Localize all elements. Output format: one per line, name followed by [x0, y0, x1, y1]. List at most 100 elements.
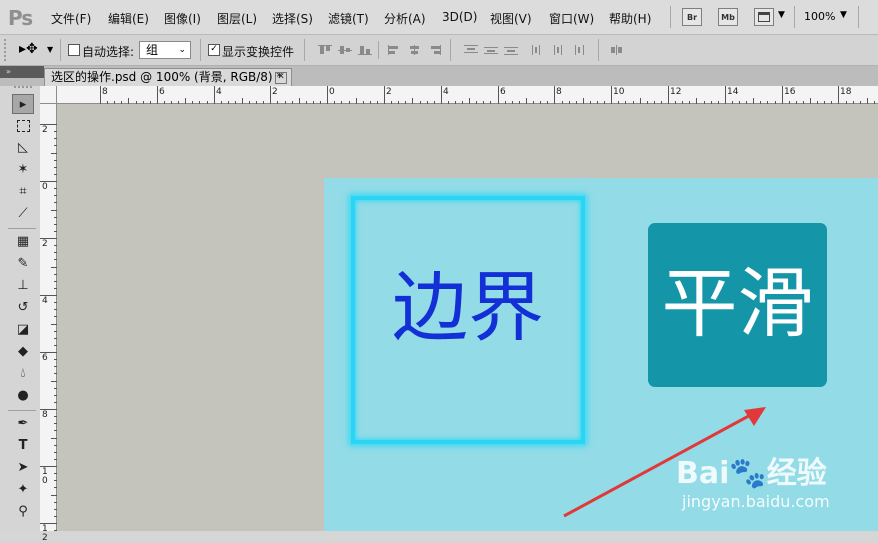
crop-tool-icon[interactable]: ⌗ — [12, 182, 34, 202]
zoom-level[interactable]: 100% — [804, 10, 835, 23]
distribute-top-icon[interactable] — [464, 45, 478, 55]
pen-tool-icon[interactable]: ✒ — [12, 414, 34, 434]
ruler-label: 2 — [42, 239, 48, 249]
ruler-label: 16 — [784, 87, 796, 97]
document-tab-title: 选区的操作.psd @ 100% (背景, RGB/8) * — [51, 70, 283, 84]
path-selection-tool-icon[interactable]: ➤ — [12, 458, 34, 478]
type-tool-icon[interactable]: T — [12, 436, 34, 456]
ruler-label: 2 — [42, 125, 48, 135]
align-top-icon[interactable] — [318, 45, 332, 55]
menu-separator — [858, 6, 859, 28]
move-tool-preset-icon[interactable]: ▸✥ — [19, 41, 38, 57]
ruler-label: 0 — [42, 182, 48, 192]
menu-filter[interactable]: 滤镜(T) — [328, 10, 369, 27]
ruler-label: 8 — [102, 87, 108, 97]
menu-separator — [670, 6, 671, 28]
show-transform-label: 显示变换控件 — [222, 45, 295, 59]
custom-shape-tool-icon[interactable]: ✦ — [12, 480, 34, 500]
distribute-left-icon[interactable] — [532, 45, 546, 55]
distribute-right-icon[interactable] — [572, 45, 586, 55]
align-right-icon[interactable] — [428, 45, 442, 55]
view-extras-icon[interactable] — [754, 8, 774, 26]
ruler-label: 2 — [386, 87, 392, 97]
watermark-logo: Bai🐾经验 — [676, 456, 827, 491]
menu-bar: Ps 文件(F) 编辑(E) 图像(I) 图层(L) 选择(S) 滤镜(T) 分… — [0, 0, 878, 35]
zoom-dropdown-icon[interactable]: ▼ — [840, 10, 847, 20]
brush-tool-icon[interactable]: ✎ — [12, 254, 34, 274]
ruler-label: 14 — [727, 87, 739, 97]
mini-bridge-button[interactable]: Mb — [718, 8, 738, 26]
auto-select-dropdown[interactable]: 组 ⌄ — [139, 41, 191, 59]
menu-view[interactable]: 视图(V) — [490, 10, 532, 27]
bridge-button[interactable]: Br — [682, 8, 702, 26]
ruler-label: 10 — [613, 87, 625, 97]
align-vcenter-icon[interactable] — [338, 45, 352, 55]
toolbox: ▸ ◺ ✶ ⌗ ⟋ ▦ ✎ ⊥ ↺ ◪ ◆ 💧︎ ● ✒ T ➤ ✦ ⚲ — [0, 86, 41, 531]
options-separator — [60, 39, 61, 61]
ruler-label: 6 — [42, 353, 48, 363]
move-tool-icon[interactable]: ▸ — [12, 94, 34, 114]
ruler-label: 2 — [272, 87, 278, 97]
eraser-tool-icon[interactable]: ◪ — [12, 320, 34, 340]
eyedropper-tool-icon[interactable]: ⟋ — [12, 204, 34, 224]
options-separator — [200, 39, 201, 61]
menu-image[interactable]: 图像(I) — [164, 10, 201, 27]
ruler-label: 0 — [329, 87, 335, 97]
ruler-label: 4 — [443, 87, 449, 97]
auto-select-checkbox[interactable] — [68, 44, 80, 56]
distribute-vcenter-icon[interactable] — [484, 45, 498, 55]
menu-analysis[interactable]: 分析(A) — [384, 10, 426, 27]
border-text: 边界 — [392, 263, 544, 352]
menu-window[interactable]: 窗口(W) — [549, 10, 594, 27]
ruler-label: 1 2 — [42, 524, 48, 543]
paint-bucket-tool-icon[interactable]: ◆ — [12, 342, 34, 362]
align-left-icon[interactable] — [388, 45, 402, 55]
marquee-tool-icon[interactable] — [12, 116, 34, 136]
clone-stamp-tool-icon[interactable]: ⊥ — [12, 276, 34, 296]
lasso-tool-icon[interactable]: ◺ — [12, 138, 34, 158]
zoom-tool-icon[interactable]: ⚲ — [12, 502, 34, 522]
show-transform-checkbox[interactable]: ✓ — [208, 44, 220, 56]
close-icon[interactable]: ✕ — [275, 72, 287, 84]
toolbox-collapse-icon[interactable]: » — [0, 66, 44, 78]
align-bottom-icon[interactable] — [358, 45, 372, 55]
toolbox-separator — [8, 410, 36, 411]
menu-file[interactable]: 文件(F) — [51, 10, 91, 27]
ruler-label: 4 — [42, 296, 48, 306]
toolbox-separator — [8, 228, 36, 229]
menu-3d[interactable]: 3D(D) — [442, 10, 477, 24]
photoshop-logo: Ps — [8, 6, 33, 30]
ruler-origin[interactable] — [40, 86, 57, 104]
document-tab[interactable]: 选区的操作.psd @ 100% (背景, RGB/8) * ✕ — [44, 68, 292, 86]
auto-select-value: 组 — [146, 43, 159, 57]
ruler-label: 6 — [159, 87, 165, 97]
menu-layer[interactable]: 图层(L) — [217, 10, 257, 27]
watermark-site: jingyan.baidu.com — [682, 492, 830, 511]
baidu-jingyan-watermark: Bai🐾经验 jingyan.baidu.com — [676, 448, 878, 518]
ruler-label: 8 — [556, 87, 562, 97]
dodge-tool-icon[interactable]: ● — [12, 386, 34, 406]
horizontal-ruler-ticks — [100, 86, 875, 104]
auto-select-label: 自动选择: — [82, 45, 135, 59]
menu-edit[interactable]: 编辑(E) — [108, 10, 149, 27]
options-bar: ▸✥ ▼ 自动选择: 组 ⌄ ✓ 显示变换控件 — [0, 35, 878, 66]
vertical-ruler[interactable]: 2 0 2 4 6 8 1 0 1 2 — [40, 104, 57, 543]
menu-help[interactable]: 帮助(H) — [609, 10, 651, 27]
magic-wand-tool-icon[interactable]: ✶ — [12, 160, 34, 180]
auto-align-layers-icon[interactable] — [610, 45, 624, 55]
view-extras-dropdown-icon[interactable]: ▼ — [778, 10, 785, 20]
ruler-label: 6 — [500, 87, 506, 97]
distribute-bottom-icon[interactable] — [504, 45, 518, 55]
blur-tool-icon[interactable]: 💧︎ — [12, 364, 34, 384]
horizontal-ruler[interactable]: 8 6 4 2 0 2 4 6 8 10 12 14 16 18 — [57, 86, 878, 104]
align-hcenter-icon[interactable] — [408, 45, 422, 55]
options-grip[interactable] — [4, 39, 10, 61]
distribute-hcenter-icon[interactable] — [552, 45, 566, 55]
preset-dropdown-icon[interactable]: ▼ — [47, 45, 53, 54]
ruler-label: 12 — [670, 87, 682, 97]
history-brush-tool-icon[interactable]: ↺ — [12, 298, 34, 318]
ruler-label: 18 — [840, 87, 852, 97]
spot-healing-tool-icon[interactable]: ▦ — [12, 232, 34, 252]
options-separator — [450, 39, 451, 61]
menu-select[interactable]: 选择(S) — [272, 10, 313, 27]
